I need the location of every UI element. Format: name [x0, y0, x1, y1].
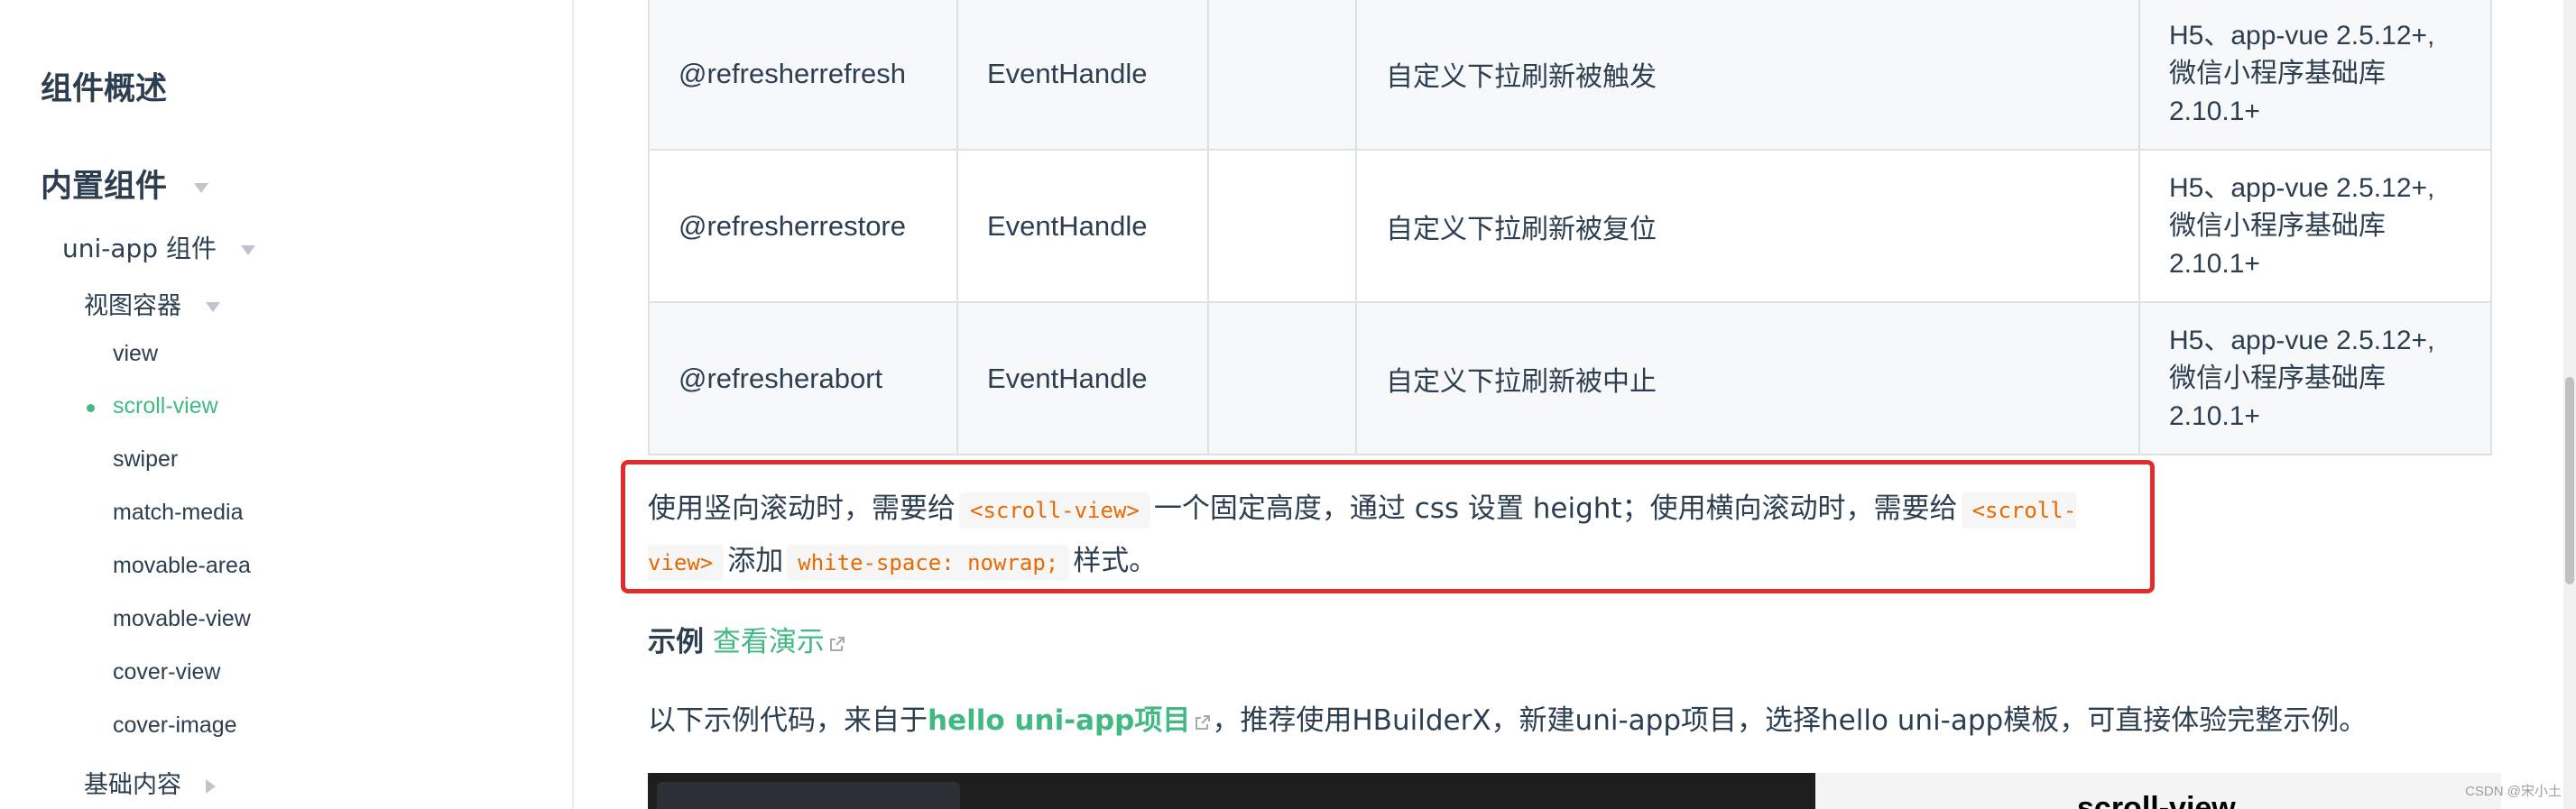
example-heading: 示例 查看演示 — [648, 619, 846, 659]
intro-text: 以下示例代码，来自于 — [648, 704, 928, 737]
chevron-right-icon — [205, 778, 216, 794]
sidebar: 组件概述 内置组件 uni-app 组件 视图容器 view scroll-vi… — [0, 0, 574, 809]
external-link-icon — [1196, 714, 1211, 730]
sidebar-item-label: 视图容器 — [84, 292, 181, 320]
event-desc: 自定义下拉刷新被触发 — [1355, 0, 2140, 151]
sidebar-item-match-media[interactable]: match-media — [113, 500, 244, 526]
event-desc: 自定义下拉刷新被复位 — [1355, 149, 2140, 303]
platform-line: H5、app-vue 2.5.12+, — [2169, 325, 2435, 355]
sidebar-item-view-container[interactable]: 视图容器 — [84, 286, 220, 321]
event-default — [1207, 149, 1357, 303]
event-name: @refresherabort — [648, 301, 958, 455]
inline-code: white-space: nowrap; — [787, 545, 1070, 581]
event-platform: H5、app-vue 2.5.12+, 微信小程序基础库 2.10.1+ — [2138, 0, 2492, 151]
intro-text: ，推荐使用HBuilderX，新建uni-app项目，选择hello uni-a… — [1212, 704, 2368, 737]
code-tab[interactable] — [657, 782, 960, 809]
hello-uniapp-link-label: hello uni-app项目 — [928, 704, 1191, 737]
note-text: 一个固定高度，通过 css 设置 height；使用横向滚动时，需要给 — [1153, 492, 1958, 525]
sidebar-item-label: 基础内容 — [84, 771, 181, 799]
inline-code: <scroll-view> — [959, 492, 1150, 529]
table-row: @refresherabort EventHandle 自定义下拉刷新被中止 H… — [648, 301, 2492, 455]
platform-line: H5、app-vue 2.5.12+, — [2169, 20, 2435, 51]
sidebar-item-basic[interactable]: 基础内容 — [84, 765, 216, 800]
table-row: @refresherrefresh EventHandle 自定义下拉刷新被触发… — [648, 0, 2492, 151]
demo-link[interactable]: 查看演示 — [713, 626, 846, 658]
sidebar-item-label: uni-app 组件 — [62, 234, 217, 263]
external-link-icon — [829, 636, 845, 651]
scrollbar-thumb[interactable] — [2565, 377, 2574, 584]
platform-line: 2.10.1+ — [2169, 248, 2260, 279]
main-content: @refresherrefresh EventHandle 自定义下拉刷新被触发… — [574, 0, 2576, 809]
sidebar-item-cover-view[interactable]: cover-view — [113, 659, 220, 685]
event-default — [1207, 301, 1357, 455]
demo-preview-panel: scroll-view — [1815, 773, 2501, 809]
chevron-down-icon — [194, 182, 209, 193]
event-type: EventHandle — [956, 301, 1209, 455]
platform-line: 2.10.1+ — [2169, 96, 2260, 126]
docs-page: 组件概述 内置组件 uni-app 组件 视图容器 view scroll-vi… — [0, 0, 2576, 809]
sidebar-item-movable-area[interactable]: movable-area — [113, 553, 251, 579]
event-platform: H5、app-vue 2.5.12+, 微信小程序基础库 2.10.1+ — [2138, 301, 2492, 455]
hello-uniapp-link[interactable]: hello uni-app项目 — [928, 704, 1212, 737]
sidebar-item-overview[interactable]: 组件概述 — [41, 63, 167, 109]
platform-line: H5、app-vue 2.5.12+, — [2169, 172, 2435, 203]
scroll-view-note: 使用竖向滚动时，需要给 <scroll-view> 一个固定高度，通过 css 设置… — [648, 483, 2128, 588]
sidebar-item-scroll-view[interactable]: scroll-view — [113, 393, 218, 419]
page-scrollbar[interactable] — [2563, 0, 2576, 809]
platform-line: 2.10.1+ — [2169, 400, 2260, 431]
demo-preview-title: scroll-view — [2077, 791, 2236, 809]
event-desc: 自定义下拉刷新被中止 — [1355, 301, 2140, 455]
code-example-panel — [648, 773, 1815, 809]
event-type: EventHandle — [956, 0, 1209, 151]
sidebar-item-movable-view[interactable]: movable-view — [113, 606, 251, 632]
example-title: 示例 — [648, 626, 704, 658]
event-type: EventHandle — [956, 149, 1209, 303]
note-text: 添加 — [727, 545, 784, 577]
event-platform: H5、app-vue 2.5.12+, 微信小程序基础库 2.10.1+ — [2138, 149, 2492, 303]
note-text: 使用竖向滚动时，需要给 — [648, 492, 956, 525]
event-default — [1207, 0, 1357, 151]
sidebar-item-view[interactable]: view — [113, 341, 158, 367]
events-table: @refresherrefresh EventHandle 自定义下拉刷新被触发… — [648, 0, 2492, 455]
table-row: @refresherrestore EventHandle 自定义下拉刷新被复位… — [648, 149, 2492, 303]
demo-link-label: 查看演示 — [712, 626, 825, 658]
platform-line: 微信小程序基础库 — [2169, 58, 2386, 88]
sidebar-item-label: 内置组件 — [41, 169, 168, 205]
platform-line: 微信小程序基础库 — [2169, 363, 2386, 393]
example-intro: 以下示例代码，来自于hello uni-app项目 ，推荐使用HBuilderX，… — [648, 697, 2367, 738]
sidebar-item-uniapp[interactable]: uni-app 组件 — [62, 229, 255, 265]
chevron-down-icon — [240, 244, 255, 255]
sidebar-item-swiper[interactable]: swiper — [113, 446, 178, 473]
sidebar-item-builtin[interactable]: 内置组件 — [41, 161, 209, 207]
platform-line: 微信小程序基础库 — [2169, 210, 2386, 241]
note-text: 样式。 — [1073, 545, 1158, 577]
sidebar-item-label: 组件概述 — [41, 71, 168, 107]
active-dot-icon — [87, 404, 95, 412]
chevron-down-icon — [205, 302, 220, 312]
sidebar-item-cover-image[interactable]: cover-image — [113, 712, 237, 739]
event-name: @refresherrestore — [648, 149, 958, 303]
watermark: CSDN @宋小土 — [2465, 784, 2562, 799]
event-name: @refresherrefresh — [648, 0, 958, 151]
